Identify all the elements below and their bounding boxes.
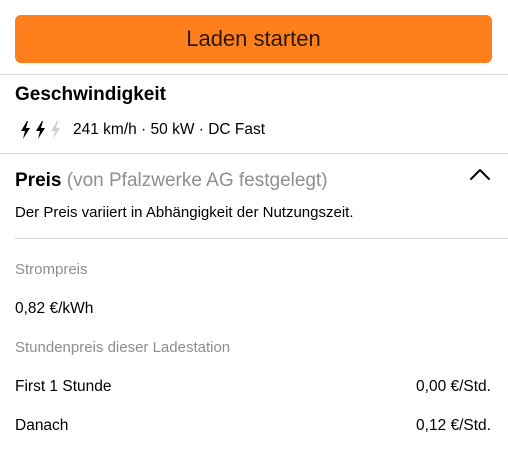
energy-price-value: 0,82 €/kWh (15, 300, 94, 317)
bolt-icon (21, 121, 30, 139)
speed-title: Geschwindigkeit (15, 84, 166, 105)
chevron-up-icon[interactable] (469, 166, 491, 182)
price-header[interactable]: Preis (von Pfalzwerke AG festgelegt) (15, 170, 328, 192)
price-row: Danach 0,12 €/Std. (15, 417, 491, 435)
hourly-price-label: Stundenpreis dieser Ladestation (15, 339, 231, 356)
speed-detail: 241 km/h · 50 kW · DC Fast (73, 121, 266, 138)
price-provider-note: (von Pfalzwerke AG festgelegt) (66, 170, 328, 191)
price-row-value: 0,12 €/Std. (416, 417, 491, 434)
speed-level-indicator (20, 121, 65, 139)
speed-row: 241 km/h · 50 kW · DC Fast (20, 119, 265, 141)
bolt-icon (51, 121, 60, 139)
start-charging-button[interactable]: Laden starten (15, 15, 492, 63)
bolt-icon (36, 121, 45, 139)
price-row-value: 0,00 €/Std. (416, 378, 491, 395)
divider (0, 74, 508, 75)
price-row-label: Danach (15, 417, 69, 434)
price-description: Der Preis variiert in Abhängigkeit der N… (15, 204, 354, 221)
price-row: First 1 Stunde 0,00 €/Std. (15, 378, 491, 396)
divider (0, 153, 508, 154)
price-title: Preis (15, 170, 62, 191)
price-row-label: First 1 Stunde (15, 378, 112, 395)
divider (15, 238, 508, 239)
energy-price-label: Strompreis (15, 261, 88, 278)
